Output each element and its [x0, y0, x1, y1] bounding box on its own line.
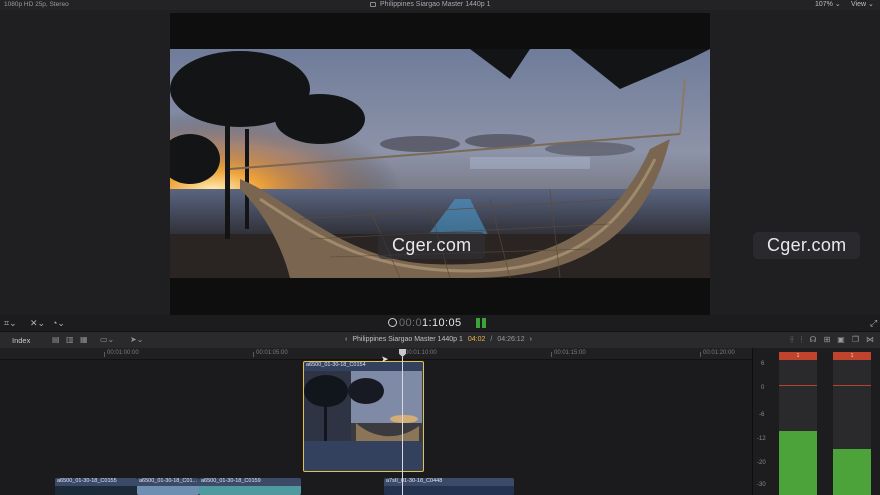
play-icon[interactable] [388, 318, 397, 327]
clip-appearance-icon[interactable]: ▣ [837, 335, 845, 345]
back-arrow-icon[interactable]: ‹ [345, 336, 347, 343]
zoom-menu[interactable]: 107% ⌄ [815, 0, 841, 8]
chevron-down-icon: ⌄ [868, 1, 874, 8]
chevron-down-icon: ⌄ [834, 1, 841, 8]
clip-label: a7sII_01-30-18_C0448 [386, 478, 443, 484]
timeline-clip[interactable]: a7sII_01-30-18_C0448 [384, 478, 514, 495]
format-label: 1080p HD 25p, Stereo [4, 1, 69, 8]
timeline-area[interactable]: a6500_01-30-18_C0154 a6500_01-30-18_C015… [0, 360, 752, 495]
fullscreen-icon[interactable]: ⤢ [870, 318, 877, 329]
clip-label: a6500_01-30-18_C0159 [201, 478, 261, 484]
index-button[interactable]: Index [12, 336, 30, 345]
top-bar: 1080p HD 25p, Stereo Philippines Siargao… [0, 0, 880, 10]
headphones-icon[interactable]: ☊ [809, 335, 816, 345]
watermark-side: Cger.com [753, 232, 861, 259]
timeline-clip[interactable]: a6500_01-30-18_C0155 [55, 478, 137, 495]
meter-scale-label: 6 [761, 361, 765, 367]
timeline-project-title: Philippines Siargao Master 1440p 1 [352, 336, 463, 343]
timeline-ruler[interactable]: 00:01:00:00 00:01:05:00 00:01:10:00 00:0… [0, 348, 752, 360]
watermark: Cger.com [378, 232, 486, 259]
timecode-display[interactable]: 00:01:10:05 [388, 317, 462, 329]
meter-bar [482, 318, 486, 328]
video-picture: Cger.com [170, 49, 710, 278]
ruler-tick: 00:01:00:00 [104, 350, 139, 357]
viewer[interactable]: Cger.com Cger.com [0, 10, 880, 316]
meter-level-right [833, 449, 871, 495]
append-clip-icon[interactable]: ▦ [80, 335, 88, 344]
clip-label: a6500_01-30-18_C0154 [306, 362, 366, 368]
timeline-toolbar: Index ▤ ▥ ▦ ▭⌄ ➤⌄ ‹ Philippines Siargao … [0, 331, 880, 348]
snapping-icon[interactable]: ⊞ [824, 335, 831, 345]
project-clip-icon [370, 2, 376, 7]
clip-label: a6500_01-30-18_C0155 [57, 478, 117, 484]
viewer-title: Philippines Siargao Master 1440p 1 [370, 1, 491, 8]
viewer-title-text: Philippines Siargao Master 1440p 1 [380, 1, 491, 8]
timecode-value: 1:10:05 [422, 317, 462, 329]
meter-scale-label: -6 [759, 412, 765, 418]
timeline-title: ‹ Philippines Siargao Master 1440p 1 04:… [345, 336, 532, 343]
timeline-clip[interactable]: a6500_01-30-18_C0159 [199, 478, 301, 495]
meter-scale-label: -30 [757, 482, 766, 488]
audio-meters: 6 0 -6 -12 -20 -30 1 1 [752, 348, 880, 495]
video-frame[interactable]: Cger.com [170, 13, 710, 316]
viewer-controls: ⌗⌄ ✕⌄ ◔⌄ 00:01:10:05 ⤢ [0, 315, 880, 331]
ruler-tick: 00:01:20:00 [700, 350, 735, 357]
peak-indicator[interactable]: 1 [833, 352, 871, 360]
zoom-value: 107% [815, 1, 833, 8]
meter-clip-line [779, 385, 817, 386]
timeline-right-icons: ⦙⦙ ⦙ ☊ ⊞ ▣ ❐ ⋈ [790, 335, 874, 345]
clip-thumbnail [384, 486, 514, 495]
meter-scale-label: -12 [757, 436, 766, 442]
mini-audio-meter[interactable] [476, 318, 486, 328]
view-label: View [851, 1, 867, 8]
meter-scale-label: 0 [761, 385, 765, 391]
crop-icon[interactable]: ⌗⌄ [4, 318, 17, 329]
timeline-clip[interactable]: a6500_01-30-18_C01... [137, 478, 199, 495]
timeline-clip-selected[interactable]: a6500_01-30-18_C0154 [303, 361, 424, 472]
total-time: 04:26:12 [497, 336, 525, 343]
time-separator: / [490, 336, 493, 343]
meter-channel-left: 1 [779, 352, 817, 495]
transitions-icon[interactable]: ⋈ [866, 335, 874, 345]
effects-browser-icon[interactable]: ❐ [852, 335, 859, 345]
clip-thumbnail [137, 486, 199, 495]
transform-icon[interactable]: ✕⌄ [30, 318, 45, 329]
clip-label: a6500_01-30-18_C01... [139, 478, 198, 484]
forward-arrow-icon[interactable]: › [530, 336, 532, 343]
ruler-tick: 00:01:15:00 [551, 350, 586, 357]
peak-indicator[interactable]: 1 [779, 352, 817, 360]
speed-icon[interactable]: ◔⌄ [52, 318, 65, 329]
connect-clip-icon[interactable]: ▤ [52, 335, 60, 344]
overwrite-clip-icon[interactable]: ▭⌄ [100, 335, 114, 344]
timecode-dim: 00:0 [399, 317, 423, 329]
meter-channel-right: 1 [833, 352, 871, 495]
insert-clip-icon[interactable]: ▥ [66, 335, 74, 344]
clip-thumbnail [55, 486, 137, 495]
current-time: 04:02 [467, 336, 486, 343]
mouse-cursor-icon: ➤ [381, 354, 389, 364]
meter-bar [476, 318, 480, 328]
ruler-tick: 00:01:10:00 [402, 350, 437, 357]
waveform-icon[interactable]: ⦙⦙ [790, 335, 794, 345]
meter-clip-line [833, 385, 871, 386]
view-menu[interactable]: View ⌄ [851, 0, 874, 8]
select-tool-icon[interactable]: ➤⌄ [130, 335, 143, 344]
ruler-tick: 00:01:05:00 [253, 350, 288, 357]
meter-level-left [779, 430, 817, 495]
meter-scale-label: -20 [757, 460, 766, 466]
solo-icon[interactable]: ⦙ [801, 335, 803, 345]
clip-thumbnails [304, 371, 422, 441]
clip-thumbnail [199, 486, 301, 495]
playhead[interactable] [402, 357, 403, 495]
